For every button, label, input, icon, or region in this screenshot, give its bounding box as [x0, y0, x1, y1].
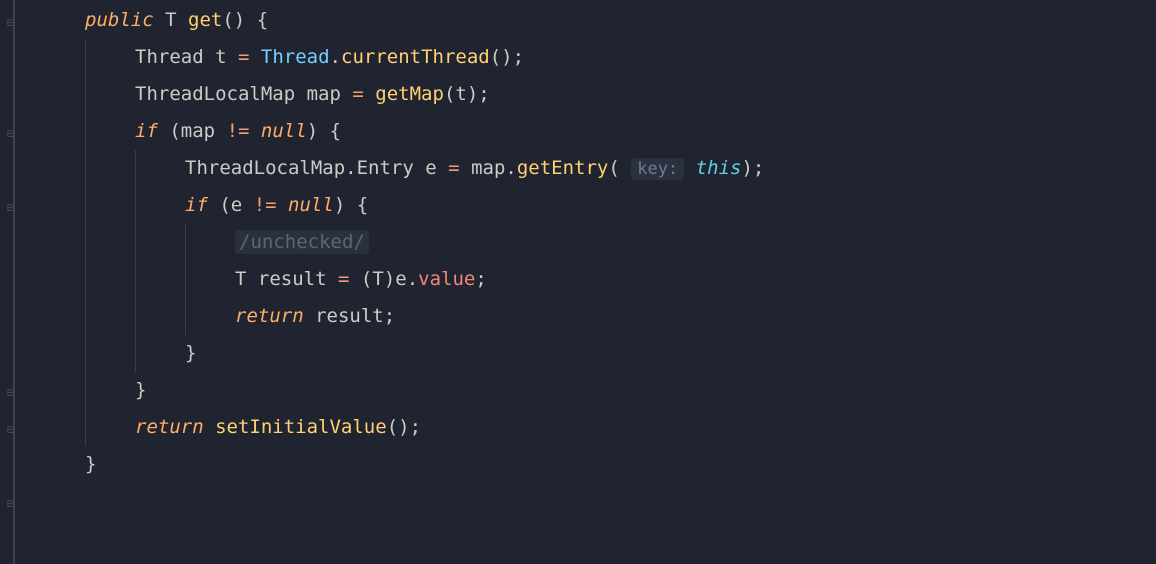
code-line: }	[85, 446, 1156, 483]
code-line: /unchecked/	[85, 224, 1156, 261]
method-call: getEntry	[517, 157, 609, 179]
method-call: getMap	[375, 83, 444, 105]
code-line: Thread t = Thread.currentThread();	[85, 39, 1156, 76]
keyword-null: null	[261, 120, 307, 142]
field-value: value	[418, 268, 475, 290]
code-line: if (map != null) {	[85, 113, 1156, 150]
fold-end-icon[interactable]: ⊟	[7, 381, 22, 396]
code-line: }	[85, 372, 1156, 409]
type-thread: Thread	[135, 46, 204, 68]
fold-icon[interactable]: ⊟	[7, 122, 22, 137]
fold-end-icon[interactable]: ⊟	[7, 418, 22, 433]
fold-end-icon[interactable]: ⊟	[7, 492, 22, 507]
type-entry: Entry	[357, 157, 414, 179]
method-call: setInitialValue	[215, 416, 387, 438]
type-threadlocalmap: ThreadLocalMap	[135, 83, 295, 105]
static-class-thread: Thread	[261, 46, 330, 68]
code-line: public T get() {	[85, 2, 1156, 39]
fold-icon[interactable]: ⊟	[7, 11, 22, 26]
code-line: return setInitialValue();	[85, 409, 1156, 446]
code-line: if (e != null) {	[85, 187, 1156, 224]
code-editor[interactable]: public T get() { Thread t = Thread.curre…	[0, 0, 1156, 483]
code-line: }	[85, 335, 1156, 372]
method-name: get	[188, 9, 222, 31]
parameter-hint: key:	[631, 158, 684, 180]
keyword-return: return	[235, 305, 304, 327]
keyword-if: if	[135, 120, 158, 142]
suppressed-comment: /unchecked/	[235, 230, 369, 254]
keyword-return: return	[135, 416, 204, 438]
code-line: return result;	[85, 298, 1156, 335]
code-line: ThreadLocalMap.Entry e = map.getEntry( k…	[85, 150, 1156, 187]
type-T: T	[235, 268, 246, 290]
keyword-if: if	[185, 194, 208, 216]
keyword-public: public	[85, 9, 154, 31]
code-line: ThreadLocalMap map = getMap(t);	[85, 76, 1156, 113]
editor-gutter: ⊟ ⊟ ⊟ ⊟ ⊟ ⊟	[0, 0, 30, 564]
keyword-null: null	[288, 194, 334, 216]
code-line: T result = (T)e.value;	[85, 261, 1156, 298]
method-call: currentThread	[341, 46, 490, 68]
type-threadlocalmap: ThreadLocalMap	[185, 157, 345, 179]
fold-icon[interactable]: ⊟	[7, 196, 22, 211]
keyword-this: this	[696, 157, 742, 179]
type-T: T	[165, 9, 176, 31]
